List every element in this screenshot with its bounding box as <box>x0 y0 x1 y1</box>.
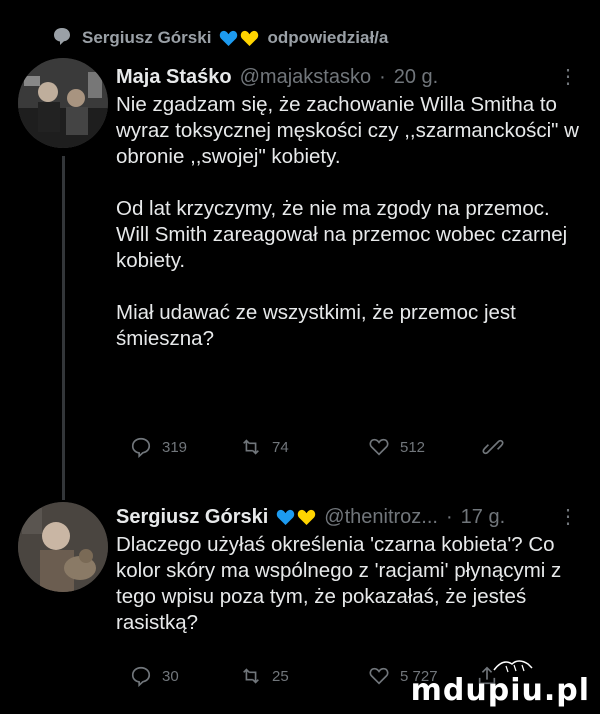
social-context-action: odpowiedział/a <box>267 28 389 47</box>
reply-count: 30 <box>162 667 179 685</box>
thread-connector <box>62 156 65 500</box>
separator-dot: · <box>445 505 453 528</box>
reply-icon <box>131 666 151 687</box>
author-handle[interactable]: @majakstasko <box>240 66 371 89</box>
reply-icon <box>131 437 151 458</box>
reply-button[interactable]: 319 <box>130 436 187 458</box>
tweet-paragraph: Dlaczego użyłaś określenia 'czarna kobie… <box>116 533 562 634</box>
retweet-count: 74 <box>272 438 289 456</box>
avatar-maja[interactable] <box>18 58 108 148</box>
heart-outline-icon <box>369 438 389 456</box>
watermark-hand-icon <box>493 660 533 673</box>
retweet-count: 25 <box>272 667 289 685</box>
social-context: Sergiusz Górski odpowiedział/a <box>54 28 389 48</box>
hearts-emoji <box>276 509 316 526</box>
tweet-text: Nie zgadzam się, że zachowanie Willa Smi… <box>116 92 582 352</box>
author-name[interactable]: Maja Staśko <box>116 66 232 89</box>
reply-button[interactable]: 30 <box>130 665 179 687</box>
more-options-icon[interactable]: ⋮ <box>558 504 578 529</box>
retweet-button[interactable]: 74 <box>240 436 289 458</box>
tweet-header: Sergiusz Górski @thenitroz... · 17 g. <box>116 504 582 530</box>
like-count: 512 <box>400 438 426 456</box>
tweet-time[interactable]: 20 g. <box>394 66 438 89</box>
author-handle[interactable]: @thenitroz... <box>324 506 438 529</box>
retweet-icon <box>243 668 259 684</box>
tweet-paragraph: Od lat krzyczymy, że nie ma zgody na prz… <box>116 197 568 272</box>
social-context-name[interactable]: Sergiusz Górski <box>82 28 211 48</box>
retweet-button[interactable]: 25 <box>240 665 289 687</box>
watermark-logo: mdupiu.pl <box>410 673 590 708</box>
share-button[interactable] <box>482 436 504 458</box>
like-button[interactable]: 512 <box>368 436 425 458</box>
share-link-icon <box>482 439 504 455</box>
tweet-time[interactable]: 17 g. <box>461 506 505 529</box>
tweet-header: Maja Staśko @majakstasko · 20 g. <box>116 64 582 90</box>
tweet-maja[interactable]: Maja Staśko @majakstasko · 20 g. ⋮ Nie z… <box>116 64 582 352</box>
blue-heart-icon <box>277 509 295 525</box>
heart-outline-icon <box>369 667 389 685</box>
reply-count: 319 <box>162 438 188 456</box>
separator-dot: · <box>379 65 386 88</box>
yellow-heart-icon <box>241 30 259 46</box>
tweet-text: Dlaczego użyłaś określenia 'czarna kobie… <box>116 532 582 636</box>
speech-bubble-icon <box>54 28 70 45</box>
more-options-icon[interactable]: ⋮ <box>558 64 578 89</box>
tweet-paragraph: Nie zgadzam się, że zachowanie Willa Smi… <box>116 93 579 168</box>
avatar-sergiusz[interactable] <box>18 502 108 592</box>
tweet-sergiusz[interactable]: Sergiusz Górski @thenitroz... · 17 g. ⋮ … <box>116 504 582 636</box>
tweet-paragraph: Miał udawać ze wszystkimi, że przemoc je… <box>116 301 516 350</box>
yellow-heart-icon <box>298 509 316 525</box>
blue-heart-icon <box>220 30 238 46</box>
author-name[interactable]: Sergiusz Górski <box>116 506 268 529</box>
hearts-emoji <box>219 30 259 47</box>
retweet-icon <box>243 439 259 455</box>
